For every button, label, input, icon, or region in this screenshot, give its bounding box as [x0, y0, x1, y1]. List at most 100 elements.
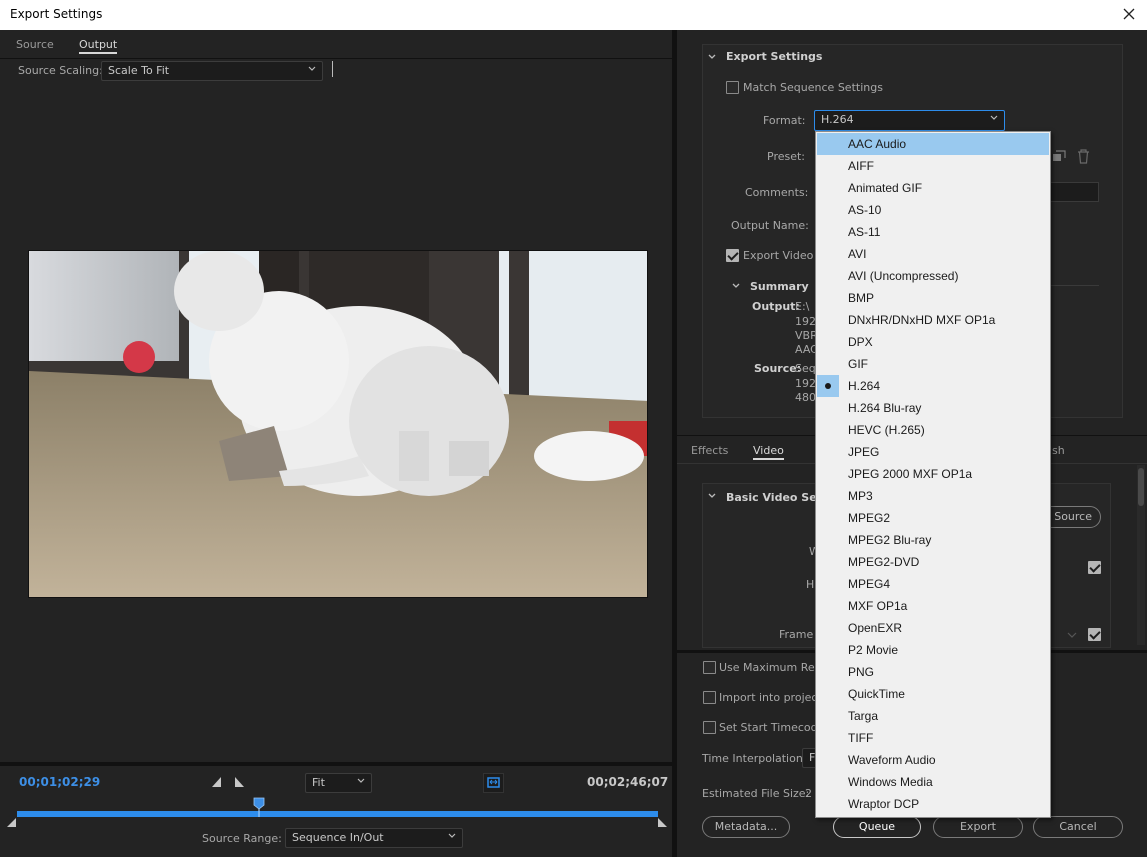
export-button[interactable]: Export	[933, 816, 1023, 838]
source-range-value: Sequence In/Out	[292, 831, 384, 844]
format-select[interactable]: H.264	[814, 110, 1005, 131]
export-video-checkbox[interactable]	[726, 249, 739, 262]
format-option[interactable]: JPEG 2000 MXF OP1a	[816, 463, 1050, 485]
match-source-label: Source	[1054, 510, 1092, 523]
height-label: H	[806, 578, 815, 591]
format-option[interactable]: MPEG2	[816, 507, 1050, 529]
video-preview	[28, 250, 648, 598]
tab-effects[interactable]: Effects	[691, 444, 728, 457]
output-name-label: Output Name:	[731, 219, 809, 232]
match-sequence-checkbox[interactable]	[726, 81, 739, 94]
source-range-select[interactable]: Sequence In/Out	[285, 828, 463, 848]
cancel-button[interactable]: Cancel	[1033, 816, 1123, 838]
format-option[interactable]: H.264	[816, 375, 1050, 397]
format-option[interactable]: MPEG4	[816, 573, 1050, 595]
format-option[interactable]: Windows Media	[816, 771, 1050, 793]
format-option[interactable]: AS-11	[816, 221, 1050, 243]
frame-rate-match-checkbox[interactable]	[1088, 628, 1101, 641]
tab-divider	[0, 58, 673, 59]
format-option[interactable]: OpenEXR	[816, 617, 1050, 639]
format-option[interactable]: GIF	[816, 353, 1050, 375]
summary-source-line: 192	[795, 377, 816, 390]
format-option[interactable]: AVI (Uncompressed)	[816, 265, 1050, 287]
tab-output[interactable]: Output	[79, 38, 118, 54]
export-settings-header: Export Settings	[726, 50, 823, 63]
format-option[interactable]: HEVC (H.265)	[816, 419, 1050, 441]
collapse-chevron-icon[interactable]	[707, 52, 717, 62]
set-in-point-icon[interactable]	[212, 777, 222, 787]
max-render-label: Use Maximum Ren	[719, 661, 822, 674]
tab-video[interactable]: Video	[753, 444, 784, 460]
zoom-select[interactable]: Fit	[305, 773, 372, 793]
trash-icon[interactable]	[1077, 149, 1090, 164]
format-option[interactable]: MP3	[816, 485, 1050, 507]
format-option[interactable]: Wraptor DCP	[816, 793, 1050, 815]
source-scaling-label: Source Scaling:	[18, 64, 103, 77]
zoom-value: Fit	[312, 776, 325, 789]
summary-source-line: 480	[795, 391, 816, 404]
cancel-button-label: Cancel	[1059, 820, 1097, 833]
match-sequence-label: Match Sequence Settings	[743, 81, 883, 94]
metadata-button-label: Metadata...	[714, 820, 778, 833]
format-option[interactable]: AIFF	[816, 155, 1050, 177]
chevron-down-icon	[448, 833, 456, 838]
aspect-correction-icon[interactable]	[483, 773, 504, 793]
format-label: Format:	[763, 114, 806, 127]
source-scaling-select[interactable]: Scale To Fit	[101, 61, 323, 81]
format-option[interactable]: BMP	[816, 287, 1050, 309]
width-match-checkbox[interactable]	[1088, 561, 1101, 574]
scrollbar-thumb[interactable]	[1138, 468, 1144, 506]
source-scaling-value: Scale To Fit	[108, 64, 170, 77]
format-dropdown-list[interactable]: AAC Audio AIFF Animated GIF AS-10 AS-11 AVI AV…	[815, 131, 1051, 818]
panel-divider	[673, 30, 677, 857]
timeline-range-bar[interactable]	[17, 811, 658, 817]
window-title: Export Settings	[10, 7, 103, 21]
summary-chevron-icon[interactable]	[731, 281, 741, 291]
format-option[interactable]: P2 Movie	[816, 639, 1050, 661]
format-option[interactable]: QuickTime	[816, 683, 1050, 705]
summary-source-line: Seq	[795, 362, 816, 375]
format-option[interactable]: H.264 Blu-ray	[816, 397, 1050, 419]
out-point-marker-icon[interactable]	[658, 818, 668, 828]
basic-video-chevron-icon[interactable]	[707, 491, 717, 501]
format-option[interactable]: DPX	[816, 331, 1050, 353]
export-button-label: Export	[959, 820, 996, 833]
metadata-button[interactable]: Metadata...	[702, 816, 790, 838]
frame-rate-chevron-icon[interactable]	[1066, 630, 1078, 640]
queue-button[interactable]: Queue	[833, 816, 921, 838]
format-option[interactable]: Targa	[816, 705, 1050, 727]
max-render-checkbox[interactable]	[703, 661, 716, 674]
format-option[interactable]: MPEG2-DVD	[816, 551, 1050, 573]
toolbar-separator	[332, 61, 333, 77]
import-project-checkbox[interactable]	[703, 691, 716, 704]
chevron-down-icon	[990, 115, 998, 120]
tab-source[interactable]: Source	[16, 38, 54, 51]
playhead-icon[interactable]	[253, 797, 265, 817]
preset-label: Preset:	[767, 150, 806, 163]
format-option[interactable]: AVI	[816, 243, 1050, 265]
import-preset-icon[interactable]	[1052, 149, 1066, 163]
format-option[interactable]: AS-10	[816, 199, 1050, 221]
import-project-label: Import into project	[719, 691, 822, 704]
format-option[interactable]: AAC Audio	[817, 133, 1049, 155]
format-option[interactable]: JPEG	[816, 441, 1050, 463]
in-point-marker-icon[interactable]	[7, 818, 17, 828]
format-option[interactable]: TIFF	[816, 727, 1050, 749]
format-option[interactable]: Animated GIF	[816, 177, 1050, 199]
summary-output-line: E:\	[795, 300, 810, 313]
file-size-label: Estimated File Size:	[702, 787, 810, 800]
current-timecode[interactable]: 00;01;02;29	[19, 775, 100, 789]
format-option[interactable]: MXF OP1a	[816, 595, 1050, 617]
close-icon[interactable]	[1119, 4, 1139, 24]
format-option[interactable]: Waveform Audio	[816, 749, 1050, 771]
summary-header: Summary	[750, 280, 809, 293]
format-option[interactable]: PNG	[816, 661, 1050, 683]
export-video-label: Export Video	[743, 249, 814, 262]
summary-output-line: 192	[795, 315, 816, 328]
summary-output-label: Output:	[752, 300, 800, 313]
set-out-point-icon[interactable]	[235, 777, 245, 787]
format-option[interactable]: MPEG2 Blu-ray	[816, 529, 1050, 551]
start-timecode-checkbox[interactable]	[703, 721, 716, 734]
tab-publish[interactable]: ish	[1049, 444, 1065, 457]
format-option[interactable]: DNxHR/DNxHD MXF OP1a	[816, 309, 1050, 331]
